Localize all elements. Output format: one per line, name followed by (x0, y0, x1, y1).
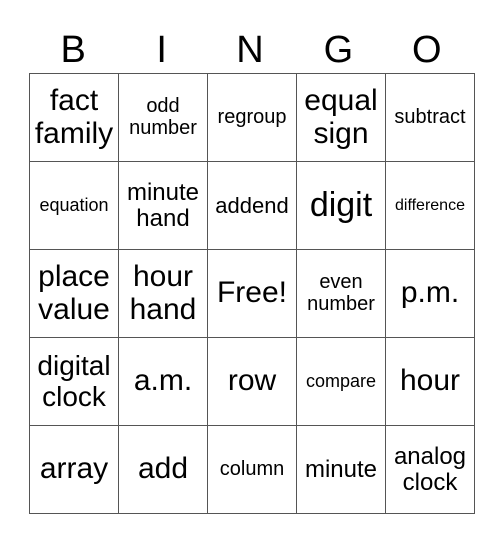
header-letter-o: O (412, 29, 442, 71)
header-letter-g: G (323, 29, 354, 71)
bingo-row: digital clock a.m. row compare hour (29, 337, 475, 426)
header-letter-i: I (156, 29, 167, 71)
bingo-cell[interactable]: minute (296, 425, 386, 514)
bingo-cell[interactable]: equal sign (296, 73, 386, 162)
bingo-row: fact family odd number regroup equal sig… (29, 73, 475, 162)
bingo-cell[interactable]: regroup (207, 73, 297, 162)
bingo-row: equation minute hand addend digit differ… (29, 161, 475, 250)
bingo-cell[interactable]: array (29, 425, 119, 514)
bingo-cell[interactable]: compare (296, 337, 386, 426)
bingo-cell[interactable]: fact family (29, 73, 119, 162)
bingo-cell[interactable]: digital clock (29, 337, 119, 426)
bingo-cell[interactable]: add (118, 425, 208, 514)
bingo-cell[interactable]: equation (29, 161, 119, 250)
bingo-cell[interactable]: odd number (118, 73, 208, 162)
bingo-row: array add column minute analog clock (29, 425, 475, 514)
bingo-cell[interactable]: row (207, 337, 297, 426)
bingo-cell[interactable]: difference (385, 161, 475, 250)
bingo-cell[interactable]: digit (296, 161, 386, 250)
free-space-cell[interactable]: Free! (207, 249, 297, 338)
bingo-cell[interactable]: analog clock (385, 425, 475, 514)
bingo-cell[interactable]: a.m. (118, 337, 208, 426)
bingo-cell[interactable]: subtract (385, 73, 475, 162)
bingo-cell[interactable]: column (207, 425, 297, 514)
bingo-header: B I N G O (29, 28, 471, 72)
header-letter-n: N (236, 29, 264, 71)
bingo-cell[interactable]: even number (296, 249, 386, 338)
bingo-card: fact family odd number regroup equal sig… (29, 73, 475, 514)
bingo-cell[interactable]: minute hand (118, 161, 208, 250)
bingo-cell[interactable]: place value (29, 249, 119, 338)
bingo-cell[interactable]: addend (207, 161, 297, 250)
bingo-cell[interactable]: hour (385, 337, 475, 426)
bingo-cell[interactable]: p.m. (385, 249, 475, 338)
bingo-row: place value hour hand Free! even number … (29, 249, 475, 338)
header-letter-b: B (60, 29, 86, 71)
bingo-cell[interactable]: hour hand (118, 249, 208, 338)
